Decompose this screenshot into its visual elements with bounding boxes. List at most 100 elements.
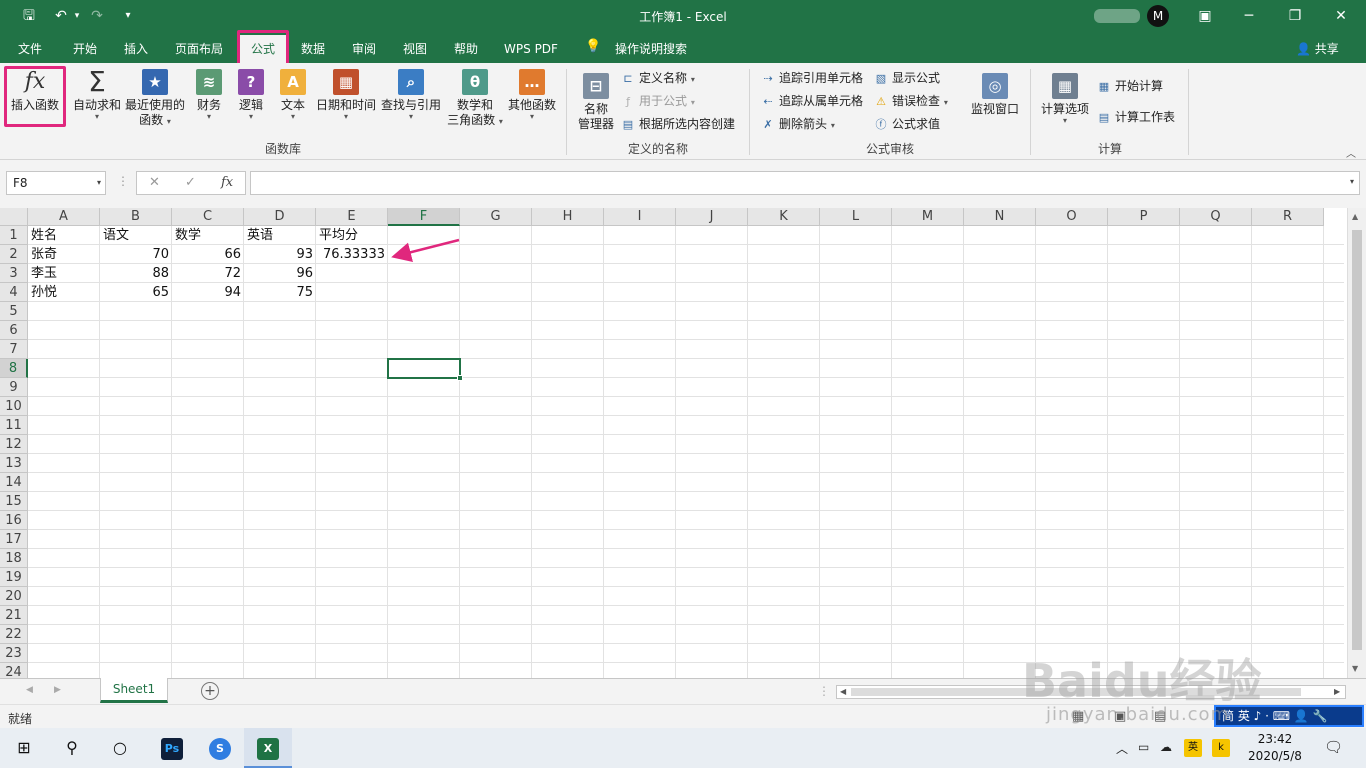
close-icon[interactable]: ✕ (1318, 0, 1364, 33)
math-trig-button[interactable]: θ 数学和 三角函数 ▾ (444, 69, 506, 129)
scroll-thumb[interactable] (1352, 230, 1362, 650)
calculate-now-button[interactable]: ▦ 开始计算 (1096, 76, 1163, 96)
task-view-icon[interactable]: ○ (96, 728, 144, 768)
name-box[interactable]: F8 ▾ (6, 171, 106, 195)
share-button[interactable]: 👤 共享 (1296, 38, 1339, 60)
row-header-20[interactable]: 20 (0, 587, 28, 606)
scroll-up-icon[interactable]: ▲ (1352, 212, 1358, 221)
scroll-thumb[interactable] (851, 688, 1301, 696)
cell-d3[interactable]: 96 (244, 264, 316, 283)
cell-a2[interactable]: 张奇 (28, 245, 100, 264)
next-sheet-icon[interactable]: ▶ (54, 685, 61, 695)
cell-d2[interactable]: 93 (244, 245, 316, 264)
tab-page-layout[interactable]: 页面布局 (166, 38, 232, 60)
cell-d1[interactable]: 英语 (244, 226, 316, 245)
restore-icon[interactable]: ❐ (1272, 0, 1318, 33)
row-header-12[interactable]: 12 (0, 435, 28, 454)
cell-b2[interactable]: 70 (100, 245, 172, 264)
undo-dropdown-icon[interactable]: ▾ (66, 6, 88, 26)
row-header-16[interactable]: 16 (0, 511, 28, 530)
column-header-m[interactable]: M (892, 208, 964, 226)
cell-area[interactable]: 姓名 语文 数学 英语 平均分 张奇 70 66 93 76.33333 李玉 88 72 96 孙悦 65 9… (28, 226, 1344, 678)
insert-function-fx-icon[interactable]: fx (221, 175, 233, 190)
row-header-17[interactable]: 17 (0, 530, 28, 549)
row-header-10[interactable]: 10 (0, 397, 28, 416)
prev-sheet-icon[interactable]: ◀ (26, 685, 33, 695)
select-all-corner[interactable] (0, 208, 28, 226)
remove-arrows-button[interactable]: ✗ 删除箭头 ▾ (760, 114, 834, 134)
column-header-l[interactable]: L (820, 208, 892, 226)
row-header-6[interactable]: 6 (0, 321, 28, 340)
row-header-9[interactable]: 9 (0, 378, 28, 397)
recently-used-button[interactable]: ★ 最近使用的 函数 ▾ (122, 69, 188, 129)
active-cell-selection[interactable] (387, 358, 463, 381)
cell-c1[interactable]: 数学 (172, 226, 244, 245)
tab-wps-pdf[interactable]: WPS PDF (498, 38, 564, 60)
create-from-selection-button[interactable]: ▤ 根据所选内容创建 (620, 114, 735, 134)
cancel-icon[interactable]: ✕ (149, 175, 160, 190)
tab-split-handle[interactable]: ⋮ (818, 684, 830, 698)
tray-expand-icon[interactable]: ︿ (1116, 740, 1128, 757)
formula-bar-resize-handle[interactable]: ⋮ (117, 174, 129, 188)
cell-e1[interactable]: 平均分 (316, 226, 388, 245)
row-header-21[interactable]: 21 (0, 606, 28, 625)
tab-formulas[interactable]: 公式 (240, 35, 286, 63)
define-name-button[interactable]: ⊏ 定义名称 ▾ (620, 68, 694, 88)
use-in-formula-button[interactable]: ƒ 用于公式 ▾ (620, 91, 695, 111)
enter-icon[interactable]: ✓ (185, 175, 196, 190)
autosum-button[interactable]: Σ 自动求和 ▾ (68, 68, 126, 121)
collapse-ribbon-icon[interactable]: ︿ (1346, 145, 1356, 160)
column-header-f[interactable]: F (388, 208, 460, 226)
cell-b3[interactable]: 88 (100, 264, 172, 283)
row-header-2[interactable]: 2 (0, 245, 28, 264)
tab-data[interactable]: 数据 (292, 38, 334, 60)
tell-me-search[interactable]: 操作说明搜索 (606, 38, 696, 60)
cell-c4[interactable]: 94 (172, 283, 244, 302)
page-layout-view-icon[interactable]: ▣ (1114, 709, 1126, 724)
normal-view-icon[interactable]: ▦ (1072, 709, 1084, 724)
name-manager-button[interactable]: ⊟ 名称 管理器 (574, 73, 618, 132)
fill-handle[interactable] (457, 375, 463, 381)
sheet-tab-sheet1[interactable]: Sheet1 (100, 678, 168, 703)
row-header-3[interactable]: 3 (0, 264, 28, 283)
row-header-5[interactable]: 5 (0, 302, 28, 321)
expand-formula-bar-icon[interactable]: ▾ (1350, 177, 1354, 186)
cell-b1[interactable]: 语文 (100, 226, 172, 245)
row-header-11[interactable]: 11 (0, 416, 28, 435)
lookup-button[interactable]: ⌕ 查找与引用 ▾ (380, 69, 442, 121)
search-icon[interactable]: ⚲ (48, 728, 96, 768)
error-checking-button[interactable]: ⚠ 错误检查 ▾ (873, 91, 948, 111)
row-header-14[interactable]: 14 (0, 473, 28, 492)
column-header-k[interactable]: K (748, 208, 820, 226)
excel-app-icon[interactable]: X (244, 728, 292, 768)
financial-button[interactable]: ≋ 财务 ▾ (190, 69, 228, 121)
tab-view[interactable]: 视图 (393, 38, 437, 60)
watch-window-button[interactable]: ◎ 监视窗口 (966, 73, 1024, 117)
column-header-e[interactable]: E (316, 208, 388, 226)
kingsoft-badge[interactable]: k (1212, 739, 1230, 757)
ribbon-display-icon[interactable]: ▣ (1182, 0, 1228, 33)
column-header-g[interactable]: G (460, 208, 532, 226)
trace-precedents-button[interactable]: ⇢ 追踪引用单元格 (760, 68, 863, 88)
row-header-13[interactable]: 13 (0, 454, 28, 473)
show-formulas-button[interactable]: ▧ 显示公式 (873, 68, 940, 88)
column-header-j[interactable]: J (676, 208, 748, 226)
datetime-button[interactable]: ▦ 日期和时间 ▾ (314, 69, 378, 121)
cell-c3[interactable]: 72 (172, 264, 244, 283)
calc-options-button[interactable]: ▦ 计算选项 ▾ (1036, 73, 1094, 125)
vertical-scrollbar[interactable]: ▲ ▼ (1347, 208, 1366, 678)
cell-b4[interactable]: 65 (100, 283, 172, 302)
cell-e2[interactable]: 76.33333 (316, 245, 388, 264)
tab-file[interactable]: 文件 (8, 38, 52, 60)
column-header-o[interactable]: O (1036, 208, 1108, 226)
column-header-n[interactable]: N (964, 208, 1036, 226)
cell-a1[interactable]: 姓名 (28, 226, 100, 245)
redo-icon[interactable]: ↷ (86, 6, 108, 26)
column-header-p[interactable]: P (1108, 208, 1180, 226)
horizontal-scrollbar[interactable]: ◀ (836, 685, 1346, 699)
more-functions-button[interactable]: … 其他函数 ▾ (506, 69, 558, 121)
row-header-1[interactable]: 1 (0, 226, 28, 245)
row-header-22[interactable]: 22 (0, 625, 28, 644)
column-header-i[interactable]: I (604, 208, 676, 226)
ime-toolbar[interactable]: 简 英 ♪ · ⌨ 👤 🔧 (1214, 705, 1364, 727)
